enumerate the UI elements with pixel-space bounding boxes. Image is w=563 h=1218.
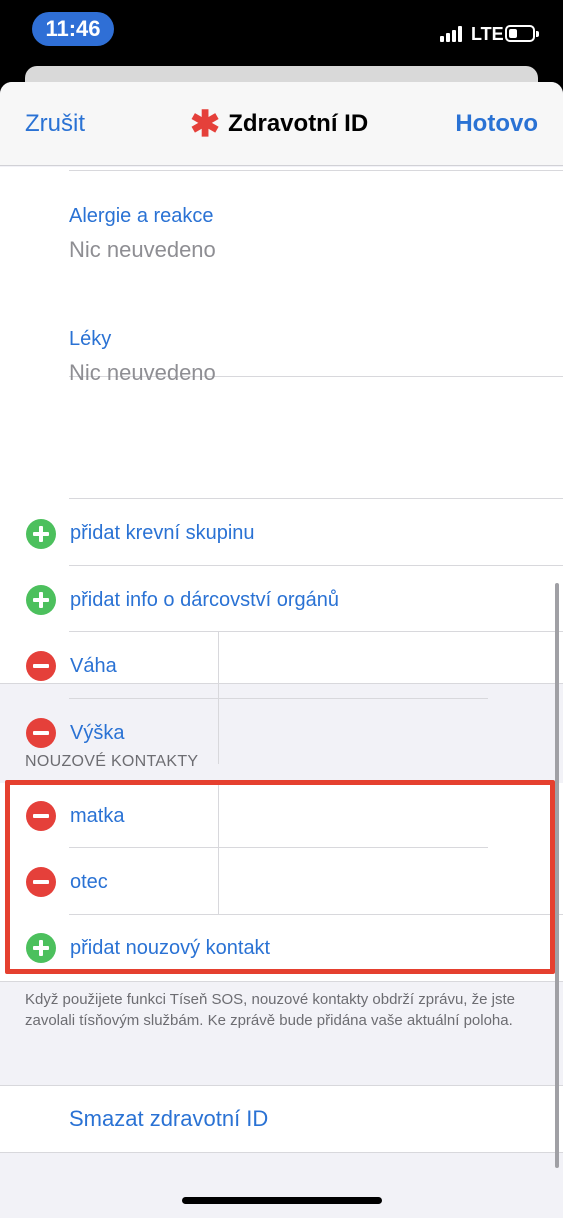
remove-icon[interactable] [26, 651, 56, 681]
add-blood-type-label[interactable]: přidat krevní skupinu [70, 522, 255, 545]
network-type: LTE [471, 24, 504, 44]
page-title: ✱ Zdravotní ID [190, 103, 369, 144]
add-icon[interactable] [26, 519, 56, 549]
home-indicator[interactable] [182, 1197, 382, 1204]
signal-icon [440, 26, 464, 42]
navigation-bar: Zrušit ✱ Zdravotní ID Hotovo [0, 82, 563, 166]
emergency-contacts-footer: Když použijete funkci Tíseň SOS, nouzové… [25, 991, 515, 1029]
delete-medical-id-button[interactable]: Smazat zdravotní ID [0, 1086, 563, 1152]
medical-id-sheet: Zrušit ✱ Zdravotní ID Hotovo Alergie a r… [0, 82, 563, 1218]
page-title-text: Zdravotní ID [228, 110, 369, 137]
highlight-frame [5, 780, 555, 974]
cancel-button[interactable]: Zrušit [25, 110, 85, 138]
battery-icon [505, 25, 539, 42]
add-icon[interactable] [26, 585, 56, 615]
emergency-contacts-header: NOUZOVÉ KONTAKTY [25, 753, 199, 770]
height-label: Výška [70, 722, 125, 744]
add-organ-donor-label[interactable]: přidat info o dárcovství orgánů [70, 589, 339, 612]
allergies-label: Alergie a reakce [69, 205, 214, 227]
allergies-value[interactable]: Nic neuvedeno [69, 237, 216, 263]
status-time[interactable]: 11:46 [32, 12, 114, 46]
medications-value[interactable]: Nic neuvedeno [69, 360, 216, 386]
medications-label: Léky [69, 328, 112, 350]
delete-medical-id-label[interactable]: Smazat zdravotní ID [69, 1106, 268, 1132]
medical-info-group: Alergie a reakce Nic neuvedeno Léky Nic … [0, 167, 563, 764]
done-button[interactable]: Hotovo [455, 110, 538, 138]
weight-label: Váha [70, 655, 117, 677]
medical-star-icon: ✱ [190, 103, 221, 144]
status-bar: 11:46 LTE [0, 0, 563, 60]
remove-icon[interactable] [26, 718, 56, 748]
scrollbar[interactable] [555, 583, 559, 1168]
